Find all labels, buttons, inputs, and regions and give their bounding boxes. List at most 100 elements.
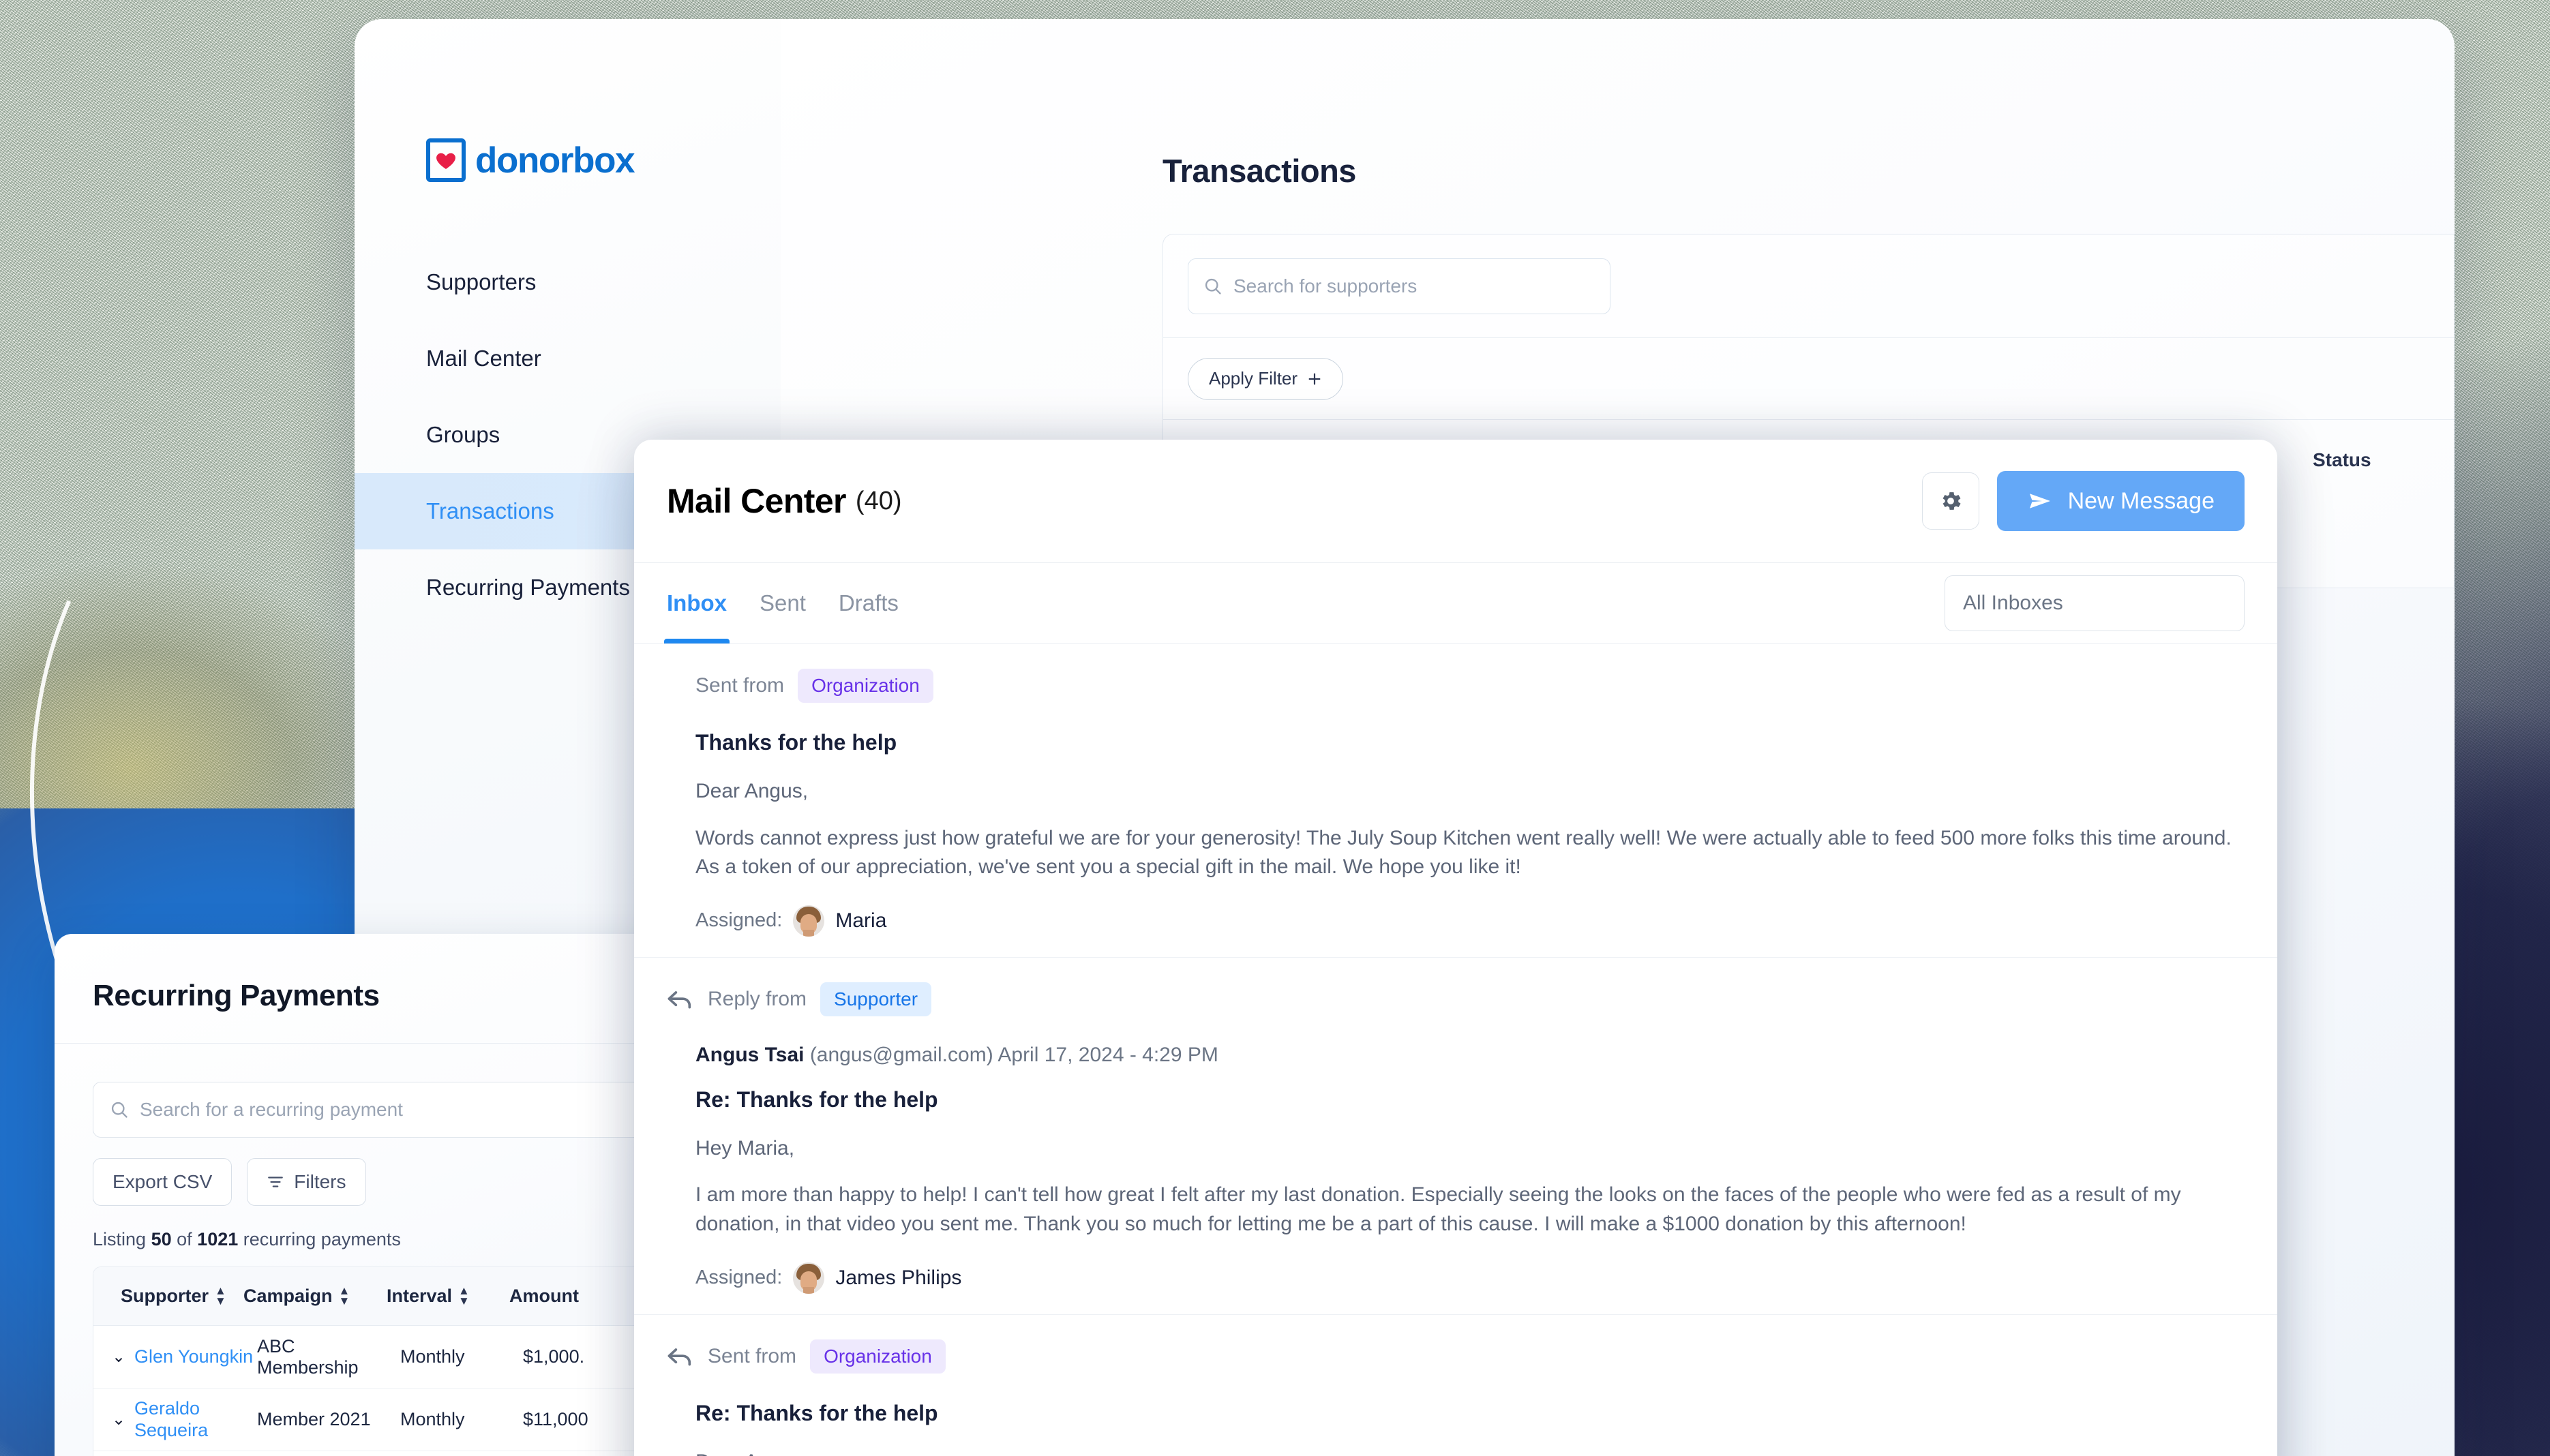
mail-center-header: Mail Center (40) New Message (634, 440, 2277, 562)
message-subject: Re: Thanks for the help (695, 1400, 938, 1425)
sender-email: (angus@gmail.com) (809, 1043, 993, 1066)
message-paragraph: Dear Angus, (695, 780, 809, 802)
listing-count: 50 (151, 1229, 172, 1249)
apply-filter-button[interactable]: Apply Filter (1188, 357, 1344, 400)
chevron-down-icon[interactable]: ⌄ (103, 1410, 134, 1429)
column-header-amount[interactable]: Amount (509, 1286, 646, 1307)
column-header-interval[interactable]: Interval ▲ ▼ (387, 1284, 509, 1307)
message-paragraph: Hey Maria, (695, 1136, 795, 1159)
mail-message[interactable]: Sent from Organization Re: Thanks for th… (634, 1315, 2277, 1456)
apply-filter-label: Apply Filter (1209, 368, 1298, 389)
brand-logo[interactable]: donorbox (426, 138, 635, 182)
message-date: April 17, 2024 - 4:29 PM (997, 1043, 1218, 1066)
row-campaign: Member 2021 (257, 1409, 371, 1429)
column-header-campaign[interactable]: Campaign ▲ ▼ (243, 1284, 387, 1307)
mail-message[interactable]: Reply from Supporter Angus Tsai (angus@g… (634, 958, 2277, 1315)
mail-message[interactable]: Sent from Organization Thanks for the he… (634, 644, 2277, 958)
export-csv-label: Export CSV (112, 1171, 213, 1192)
mail-center-actions: New Message (1921, 471, 2245, 531)
mail-center-title: Mail Center (667, 482, 847, 520)
row-campaign: ABC Membership (257, 1335, 359, 1378)
reply-icon (668, 990, 691, 1009)
message-direction-label: Sent from (695, 674, 785, 697)
sidebar-item-supporters[interactable]: Supporters (355, 244, 781, 320)
column-header-supporter[interactable]: Supporter ▲ ▼ (121, 1284, 243, 1307)
inbox-filter-value: All Inboxes (1963, 592, 2063, 614)
listing-suffix: recurring payments (243, 1229, 401, 1249)
search-icon (1205, 278, 1221, 294)
message-direction-label: Reply from (708, 987, 807, 1010)
row-interval: Monthly (400, 1409, 465, 1429)
message-meta: Sent from Organization (667, 669, 2245, 703)
message-paragraph: Words cannot express just how grateful w… (695, 826, 2232, 879)
column-label: Status (2313, 449, 2371, 470)
message-direction-label: Sent from (708, 1344, 797, 1367)
listing-prefix: Listing (93, 1229, 147, 1249)
inbox-filter-dropdown[interactable]: All Inboxes (1945, 575, 2245, 631)
assigned-name: James Philips (835, 1266, 962, 1289)
export-csv-button[interactable]: Export CSV (93, 1158, 232, 1206)
assigned-name: Maria (835, 909, 887, 932)
message-meta: Sent from Organization (667, 1339, 2245, 1374)
message-assignment[interactable]: Assigned: James Philips (695, 1262, 2245, 1294)
avatar (793, 1262, 825, 1294)
listing-total: 1021 (197, 1229, 239, 1249)
message-meta: Reply from Supporter (667, 982, 2245, 1016)
filter-icon (268, 1177, 284, 1187)
message-sender-line: Angus Tsai (angus@gmail.com) April 17, 2… (695, 1044, 2245, 1067)
row-supporter[interactable]: Geraldo Sequeira (134, 1398, 257, 1440)
row-supporter[interactable]: Glen Youngkin (134, 1346, 257, 1367)
sidebar-item-label: Transactions (426, 498, 554, 524)
sort-icon: ▲ ▼ (338, 1284, 350, 1307)
sidebar-item-label: Groups (426, 422, 500, 447)
message-paragraph: Dear Angus, (695, 1448, 2245, 1456)
sort-icon: ▲ ▼ (215, 1284, 226, 1307)
tab-label: Sent (760, 590, 806, 616)
send-icon (2029, 494, 2050, 509)
sort-icon: ▲ ▼ (458, 1284, 470, 1307)
tab-drafts[interactable]: Drafts (839, 563, 899, 643)
message-subject: Re: Thanks for the help (695, 1087, 938, 1112)
mail-center-tabbar: Inbox Sent Drafts All Inboxes (634, 562, 2277, 644)
listing-mid: of (177, 1229, 192, 1249)
reply-icon (668, 1348, 691, 1366)
tab-label: Inbox (667, 590, 727, 616)
chevron-down-icon (2206, 593, 2226, 613)
new-message-button[interactable]: New Message (1996, 471, 2245, 531)
message-assignment[interactable]: Assigned: Maria (695, 905, 2245, 937)
mail-center-count: (40) (855, 486, 902, 515)
search-placeholder: Search for supporters (1233, 275, 1418, 297)
column-label: Amount (509, 1286, 579, 1306)
filters-label: Filters (294, 1171, 346, 1192)
sidebar-item-label: Mail Center (426, 346, 541, 371)
tab-sent[interactable]: Sent (760, 563, 806, 643)
supporter-search-input[interactable]: Search for supporters (1188, 258, 1610, 314)
gear-icon (1942, 492, 1961, 510)
filters-button[interactable]: Filters (247, 1158, 366, 1206)
mail-thread-list: Sent from Organization Thanks for the he… (634, 644, 2277, 1456)
settings-button[interactable] (1921, 472, 1979, 530)
column-label: Supporter (121, 1286, 209, 1306)
new-message-label: New Message (2067, 487, 2215, 514)
message-sender-badge: Organization (810, 1339, 946, 1374)
mail-center-tabs: Inbox Sent Drafts (664, 563, 899, 643)
message-sender-badge: Organization (798, 669, 933, 703)
row-interval: Monthly (400, 1346, 465, 1367)
plus-icon (1308, 373, 1321, 384)
search-placeholder: Search for a recurring payment (140, 1099, 403, 1120)
assigned-label: Assigned: (695, 909, 783, 932)
chevron-down-icon[interactable]: ⌄ (103, 1347, 134, 1367)
sidebar-item-mail-center[interactable]: Mail Center (355, 320, 781, 397)
transactions-filter-row: Apply Filter (1163, 338, 2454, 420)
tab-inbox[interactable]: Inbox (664, 563, 730, 643)
column-label: Campaign (243, 1286, 333, 1306)
sender-name: Angus Tsai (695, 1043, 805, 1066)
donorbox-heart-icon (426, 138, 466, 182)
column-label: Interval (387, 1286, 453, 1306)
search-icon (111, 1102, 127, 1118)
tab-label: Drafts (838, 590, 899, 616)
transactions-search-row: Search for supporters (1163, 234, 2454, 338)
avatar (793, 905, 825, 937)
sidebar-item-label: Supporters (426, 269, 537, 294)
column-header-status[interactable]: Status (2313, 449, 2371, 471)
